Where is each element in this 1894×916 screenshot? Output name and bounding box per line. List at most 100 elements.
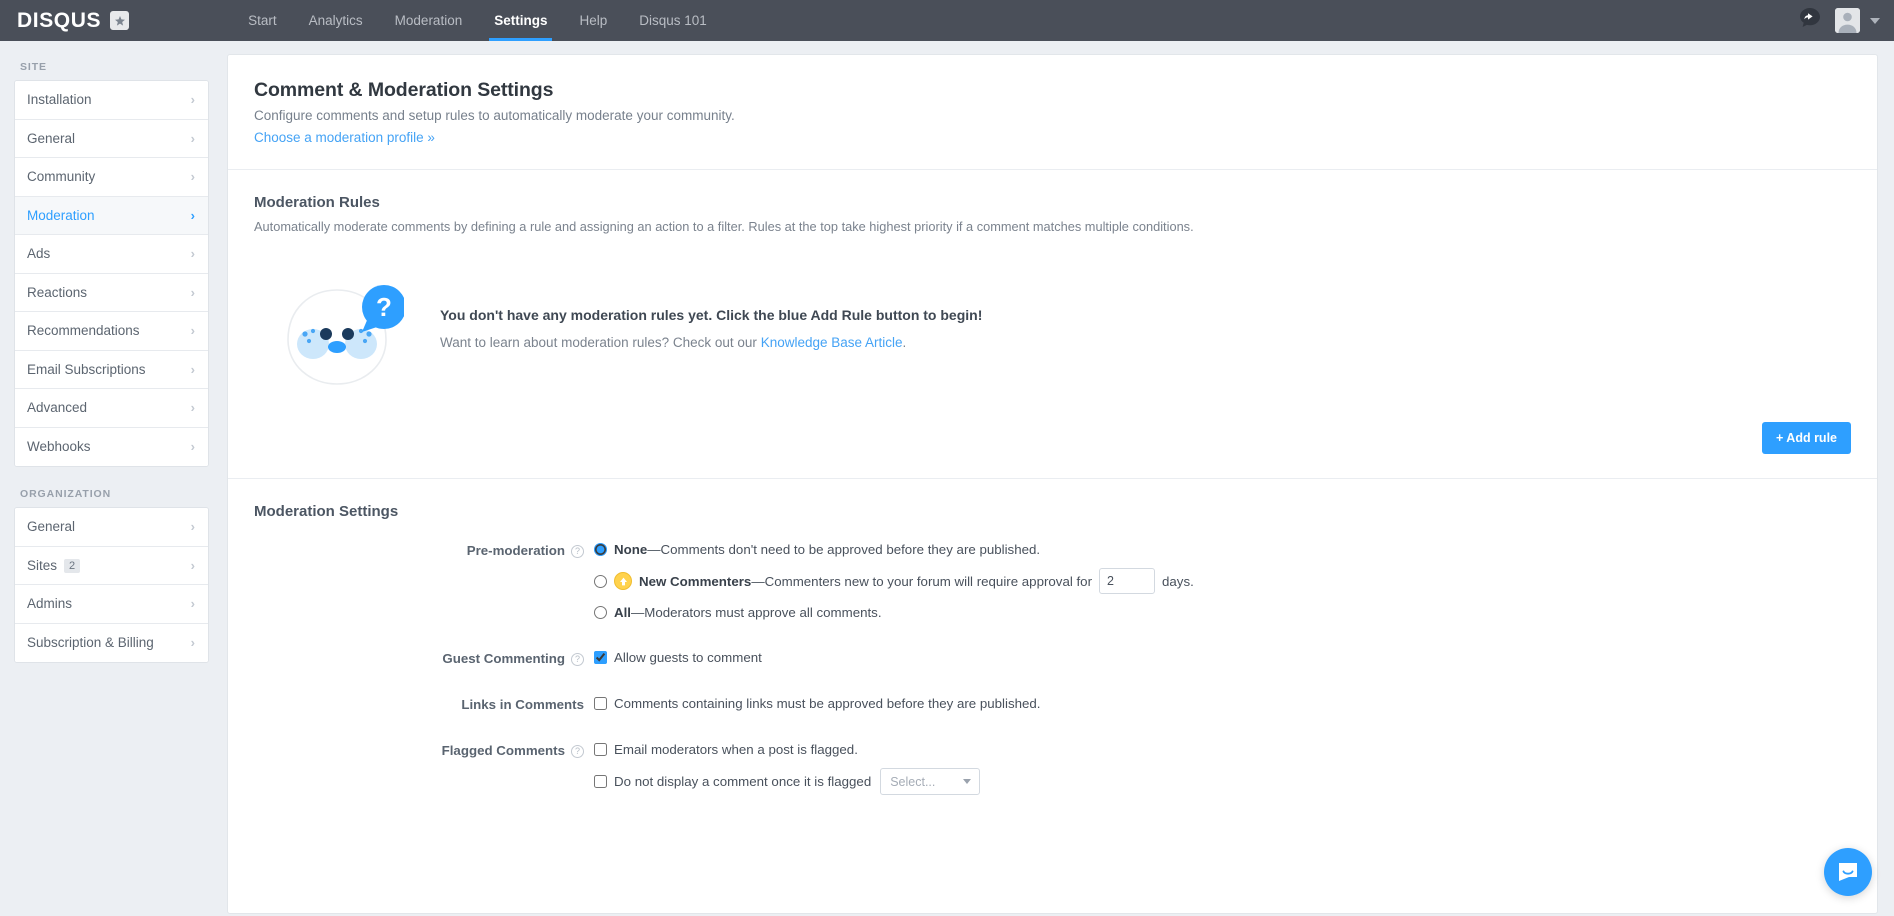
- sidebar-group-title-organization: ORGANIZATION: [20, 488, 227, 500]
- flag-threshold-select[interactable]: Select...: [880, 768, 980, 795]
- svg-text:?: ?: [376, 292, 392, 322]
- sidebar-item-community[interactable]: Community ›: [15, 158, 208, 197]
- email-moderators-checkbox[interactable]: [594, 743, 607, 756]
- chevron-right-icon: ›: [191, 362, 195, 377]
- sites-count-badge: 2: [64, 559, 80, 573]
- chevron-down-icon[interactable]: [1870, 18, 1880, 24]
- email-moderators-label: Email moderators when a post is flagged.: [614, 742, 858, 757]
- empty-subtext-suffix: .: [903, 335, 907, 350]
- links-approval-checkbox[interactable]: [594, 697, 607, 710]
- page-subtitle: Configure comments and setup rules to au…: [254, 108, 1851, 123]
- checkbox-links-approval[interactable]: Comments containing links must be approv…: [594, 696, 1851, 711]
- sidebar-item-label: Community: [27, 169, 191, 184]
- sidebar-item-org-subscription-billing[interactable]: Subscription & Billing ›: [15, 624, 208, 663]
- sidebar-item-label: Subscription & Billing: [27, 635, 191, 650]
- sidebar-item-label: Webhooks: [27, 439, 191, 454]
- main-content: Comment & Moderation Settings Configure …: [227, 41, 1894, 916]
- page-header-section: Comment & Moderation Settings Configure …: [228, 55, 1877, 170]
- add-rule-button[interactable]: + Add rule: [1762, 422, 1851, 454]
- sidebar-item-advanced[interactable]: Advanced ›: [15, 389, 208, 428]
- form-row-flagged-comments: Flagged Comments? Email moderators when …: [254, 742, 1851, 795]
- radio-all-dash: —: [631, 605, 644, 620]
- question-mark-icon[interactable]: ?: [571, 545, 584, 558]
- empty-state-headline: You don't have any moderation rules yet.…: [440, 307, 982, 323]
- checkbox-email-moderators[interactable]: Email moderators when a post is flagged.: [594, 742, 1851, 757]
- chevron-right-icon: ›: [191, 596, 195, 611]
- chevron-right-icon: ›: [191, 558, 195, 573]
- radio-none-text: Comments don't need to be approved befor…: [661, 542, 1041, 557]
- radio-option-none[interactable]: None — Comments don't need to be approve…: [594, 542, 1851, 557]
- chevron-right-icon: ›: [191, 246, 195, 261]
- guest-commenting-label: Guest Commenting: [442, 651, 565, 666]
- hide-flagged-label: Do not display a comment once it is flag…: [614, 774, 871, 789]
- sidebar-item-installation[interactable]: Installation ›: [15, 81, 208, 120]
- nav-link-analytics[interactable]: Analytics: [293, 0, 379, 41]
- hide-flagged-checkbox[interactable]: [594, 775, 607, 788]
- nav-link-start[interactable]: Start: [232, 0, 293, 41]
- radio-none-dash: —: [647, 542, 660, 557]
- user-avatar-icon[interactable]: [1835, 8, 1860, 33]
- disqus-logo[interactable]: DISQUS: [17, 9, 129, 33]
- moderation-rules-description: Automatically moderate comments by defin…: [254, 219, 1851, 234]
- chevron-right-icon: ›: [191, 635, 195, 650]
- knowledge-base-article-link[interactable]: Knowledge Base Article: [761, 335, 903, 350]
- radio-option-all[interactable]: All — Moderators must approve all commen…: [594, 605, 1851, 620]
- allow-guests-label: Allow guests to comment: [614, 650, 762, 665]
- sidebar-site-list: Installation › General › Community › Mod…: [14, 80, 209, 467]
- empty-state-subtext: Want to learn about moderation rules? Ch…: [440, 335, 982, 350]
- settings-sidebar: SITE Installation › General › Community …: [0, 41, 227, 916]
- chat-bubble-icon: [1835, 859, 1861, 885]
- sidebar-item-webhooks[interactable]: Webhooks ›: [15, 428, 208, 467]
- radio-option-new-commenters[interactable]: New Commenters — Commenters new to your …: [594, 568, 1851, 594]
- pre-moderation-options: None — Comments don't need to be approve…: [594, 542, 1851, 620]
- checkbox-allow-guests[interactable]: Allow guests to comment: [594, 650, 1851, 665]
- sidebar-item-label: Advanced: [27, 400, 191, 415]
- question-mark-icon[interactable]: ?: [571, 745, 584, 758]
- radio-all-input[interactable]: [594, 606, 607, 619]
- radio-new-commenters-strong: New Commenters: [639, 574, 751, 589]
- sidebar-item-label: General: [27, 131, 191, 146]
- radio-all-strong: All: [614, 605, 631, 620]
- sidebar-item-moderation[interactable]: Moderation ›: [15, 197, 208, 236]
- radio-none-strong: None: [614, 542, 647, 557]
- links-approval-label: Comments containing links must be approv…: [614, 696, 1040, 711]
- moderation-settings-title: Moderation Settings: [254, 503, 1851, 520]
- sidebar-item-recommendations[interactable]: Recommendations ›: [15, 312, 208, 351]
- nav-link-settings[interactable]: Settings: [478, 0, 563, 41]
- chevron-right-icon: ›: [191, 285, 195, 300]
- intercom-chat-launcher[interactable]: [1824, 848, 1872, 896]
- guest-commenting-label-wrap: Guest Commenting?: [254, 650, 594, 666]
- share-bubble-icon[interactable]: [1798, 6, 1822, 35]
- form-row-pre-moderation: Pre-moderation? None — Comments don't ne…: [254, 542, 1851, 620]
- sidebar-item-org-sites[interactable]: Sites2 ›: [15, 547, 208, 586]
- sidebar-item-ads[interactable]: Ads ›: [15, 235, 208, 274]
- sidebar-item-org-general[interactable]: General ›: [15, 508, 208, 547]
- sidebar-item-email-subscriptions[interactable]: Email Subscriptions ›: [15, 351, 208, 390]
- page-title: Comment & Moderation Settings: [254, 79, 1851, 102]
- radio-none-input[interactable]: [594, 543, 607, 556]
- question-mark-icon[interactable]: ?: [571, 653, 584, 666]
- allow-guests-checkbox[interactable]: [594, 651, 607, 664]
- add-rule-row: + Add rule: [254, 400, 1851, 456]
- sidebar-item-general[interactable]: General ›: [15, 120, 208, 159]
- chevron-right-icon: ›: [191, 323, 195, 338]
- approval-days-input[interactable]: [1099, 568, 1155, 594]
- checkbox-hide-flagged-row: Do not display a comment once it is flag…: [594, 768, 1851, 795]
- empty-state-text: You don't have any moderation rules yet.…: [440, 307, 982, 350]
- sidebar-item-org-admins[interactable]: Admins ›: [15, 585, 208, 624]
- radio-new-commenters-input[interactable]: [594, 575, 607, 588]
- choose-moderation-profile-link[interactable]: Choose a moderation profile »: [254, 130, 435, 145]
- star-badge-icon: [110, 11, 129, 30]
- chevron-right-icon: ›: [191, 208, 195, 223]
- sidebar-item-label: Email Subscriptions: [27, 362, 191, 377]
- moderation-rules-section: Moderation Rules Automatically moderate …: [228, 170, 1877, 479]
- nav-link-moderation[interactable]: Moderation: [379, 0, 479, 41]
- moderation-rules-title: Moderation Rules: [254, 194, 1851, 211]
- sidebar-group-title-site: SITE: [20, 61, 227, 73]
- top-navigation-bar: DISQUS Start Analytics Moderation Settin…: [0, 0, 1894, 41]
- nav-link-disqus-101[interactable]: Disqus 101: [623, 0, 723, 41]
- sidebar-item-label: Recommendations: [27, 323, 191, 338]
- sidebar-item-reactions[interactable]: Reactions ›: [15, 274, 208, 313]
- empty-subtext-prefix: Want to learn about moderation rules? Ch…: [440, 335, 761, 350]
- nav-link-help[interactable]: Help: [563, 0, 623, 41]
